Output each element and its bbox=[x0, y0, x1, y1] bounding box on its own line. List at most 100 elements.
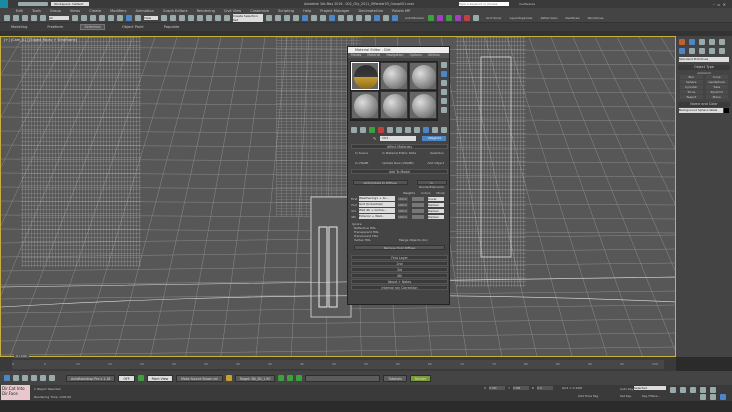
add-object-button[interactable]: Add Object bbox=[427, 161, 444, 165]
layer-weight-field[interactable]: 100.0 bbox=[398, 202, 408, 207]
sample-slot[interactable] bbox=[351, 91, 379, 119]
object-type-button-torus[interactable]: Torus bbox=[680, 90, 703, 94]
checkbox-vertex-hits[interactable]: Vertex Hits bbox=[354, 238, 399, 242]
scale-icon[interactable] bbox=[126, 15, 132, 21]
layer-label[interactable]: 3rd bbox=[351, 209, 359, 213]
rollout-about-notes[interactable]: About + Notes bbox=[351, 279, 448, 284]
menu-rendering[interactable]: Rendering bbox=[197, 9, 215, 13]
layer-map-button[interactable]: Weathering1 + Sc... bbox=[359, 196, 395, 201]
show-shaded-icon[interactable] bbox=[423, 127, 429, 133]
menu-views[interactable]: Views bbox=[70, 9, 80, 13]
rollout-add-to-model[interactable]: Add To Model bbox=[351, 169, 448, 174]
layer-mode-dropdown[interactable]: Darken bbox=[428, 214, 444, 219]
named-selection-dropdown[interactable]: Create Selection Set bbox=[233, 14, 263, 22]
rollout-ray-correction[interactable]: Internal ray Correction bbox=[351, 285, 448, 290]
go-parent-icon[interactable] bbox=[441, 127, 447, 133]
coordinate-system-dropdown[interactable]: View bbox=[144, 16, 158, 20]
plugin-pattern-gen[interactable]: PatternGen bbox=[541, 16, 558, 20]
edit-named-selection-icon[interactable] bbox=[224, 15, 230, 21]
y-axis-icon[interactable] bbox=[365, 15, 371, 21]
layer-color-swatch[interactable] bbox=[412, 196, 424, 201]
frame-counter[interactable]: 0 / 100 bbox=[14, 354, 29, 358]
object-type-button-cylinder[interactable]: Cylinder bbox=[680, 85, 703, 89]
rollout-4th[interactable]: 4th bbox=[351, 273, 448, 278]
app-logo-icon[interactable] bbox=[0, 0, 8, 8]
angle-snap-icon[interactable] bbox=[197, 15, 203, 21]
plugin-icon-1[interactable] bbox=[428, 15, 435, 21]
layer-manager-icon[interactable] bbox=[284, 15, 290, 21]
menu-tools[interactable]: Tools bbox=[32, 9, 41, 13]
xyz-icon[interactable] bbox=[392, 15, 398, 21]
time-slider-track[interactable]: 0 5 10 15 20 25 30 35 40 45 50 55 60 65 70 75 80 85 90 95 10… bbox=[12, 360, 664, 369]
tool-icon[interactable] bbox=[13, 375, 19, 381]
remove-from-diffuse-button[interactable]: Remove from Diffuse bbox=[354, 245, 445, 250]
x-field[interactable]: 0.0M bbox=[489, 386, 506, 390]
unlink-icon[interactable] bbox=[31, 15, 37, 21]
object-type-button-cone[interactable]: Cone bbox=[705, 75, 728, 79]
rotate-icon[interactable] bbox=[117, 15, 123, 21]
plugin-pandi-lines[interactable]: PandiLines bbox=[588, 16, 604, 20]
quick-access-icons[interactable] bbox=[18, 2, 48, 6]
modify-tab-icon[interactable] bbox=[689, 39, 695, 45]
helpers-icon[interactable] bbox=[719, 48, 725, 54]
layer-map-button[interactable]: Exterior + Wall... bbox=[359, 214, 395, 219]
menu-scripting[interactable]: Scripting bbox=[278, 9, 294, 13]
layer-map-button[interactable]: Wall 4K + Grime... bbox=[359, 208, 395, 213]
menu-polaris[interactable]: Polaris MP bbox=[392, 9, 410, 13]
target-button[interactable]: Target: BA_B0_1.90 bbox=[234, 374, 276, 382]
align-icon[interactable] bbox=[275, 15, 281, 21]
material-name-field[interactable]: Dirt bbox=[380, 136, 417, 141]
menu-graph-editors[interactable]: Graph Editors bbox=[163, 9, 188, 13]
key-mode-dropdown[interactable]: Selected bbox=[634, 386, 666, 390]
tab-modeling[interactable]: Modeling bbox=[8, 25, 30, 29]
autobackdrop-button[interactable]: AutoBackdrop Pro v 1.18 bbox=[66, 374, 116, 382]
tool-icon[interactable] bbox=[40, 375, 46, 381]
make-unique-icon[interactable] bbox=[396, 127, 402, 133]
layer-weight-field[interactable]: 100.0 bbox=[398, 214, 408, 219]
maxscript-icon[interactable] bbox=[4, 375, 10, 381]
layer-mode-dropdown[interactable]: Darken bbox=[428, 202, 444, 207]
eyedropper-icon[interactable]: ✎ bbox=[373, 136, 376, 141]
lights-icon[interactable] bbox=[699, 48, 705, 54]
tab-object-paint[interactable]: Object Paint bbox=[119, 25, 147, 29]
shapes-icon[interactable] bbox=[689, 48, 695, 54]
layer-weight-field[interactable]: 100.0 bbox=[398, 196, 408, 201]
render-setup-icon[interactable] bbox=[329, 15, 335, 21]
rendered-frame-icon[interactable] bbox=[338, 15, 344, 21]
plugin-peel-draw[interactable]: PeelDraw bbox=[566, 16, 580, 20]
sample-slot-dirt[interactable] bbox=[351, 62, 379, 90]
search-input[interactable]: Type a keyword or phrase bbox=[459, 2, 509, 6]
plugin-layer-organizer[interactable]: LayerOrganizer bbox=[510, 16, 533, 20]
green-icon[interactable] bbox=[287, 375, 294, 381]
maxscript-listener[interactable]: Dir.Cat Into Dir.Face bbox=[1, 385, 30, 400]
bind-spacewarp-icon[interactable] bbox=[40, 15, 46, 21]
percent-snap-icon[interactable] bbox=[206, 15, 212, 21]
window-crossing-icon[interactable] bbox=[99, 15, 105, 21]
select-manipulate-icon[interactable] bbox=[170, 15, 176, 21]
green-toggle-icon[interactable] bbox=[137, 375, 144, 381]
put-to-scene-icon[interactable] bbox=[360, 127, 366, 133]
go-start-icon[interactable] bbox=[670, 387, 676, 393]
layer-weight-field[interactable]: 100.0 bbox=[398, 208, 408, 213]
menu-modes[interactable]: Modes bbox=[351, 53, 361, 58]
sample-slot[interactable] bbox=[380, 62, 408, 90]
name-color-rollout[interactable]: Name and Color bbox=[678, 102, 730, 107]
keyboard-shortcut-icon[interactable] bbox=[179, 15, 185, 21]
snaps-icon[interactable] bbox=[188, 15, 194, 21]
menu-civil-view[interactable]: Civil View bbox=[224, 9, 241, 13]
plugin-automodeler[interactable]: AutoModeler bbox=[405, 16, 424, 20]
plugin-icon-3[interactable] bbox=[446, 15, 453, 21]
material-editor-window[interactable]: Material Editor - Dirt Modes Material Navi… bbox=[347, 46, 450, 305]
menu-modifiers[interactable]: Modifiers bbox=[110, 9, 126, 13]
prev-frame-icon[interactable] bbox=[680, 387, 686, 393]
z-axis-icon[interactable] bbox=[374, 15, 380, 21]
material-type-button[interactable]: VRayDirt bbox=[422, 136, 447, 141]
radio-in-scene[interactable]: In Scene bbox=[355, 151, 368, 155]
create-tab-icon[interactable] bbox=[679, 39, 685, 45]
backlight-icon[interactable] bbox=[441, 71, 447, 77]
plugin-icon-2[interactable] bbox=[437, 15, 444, 21]
object-type-button-tube[interactable]: Tube bbox=[705, 85, 728, 89]
layer-color-swatch[interactable] bbox=[412, 208, 424, 213]
mirror-icon[interactable] bbox=[266, 15, 272, 21]
add-time-tag[interactable]: Add Time Tag bbox=[578, 394, 598, 398]
